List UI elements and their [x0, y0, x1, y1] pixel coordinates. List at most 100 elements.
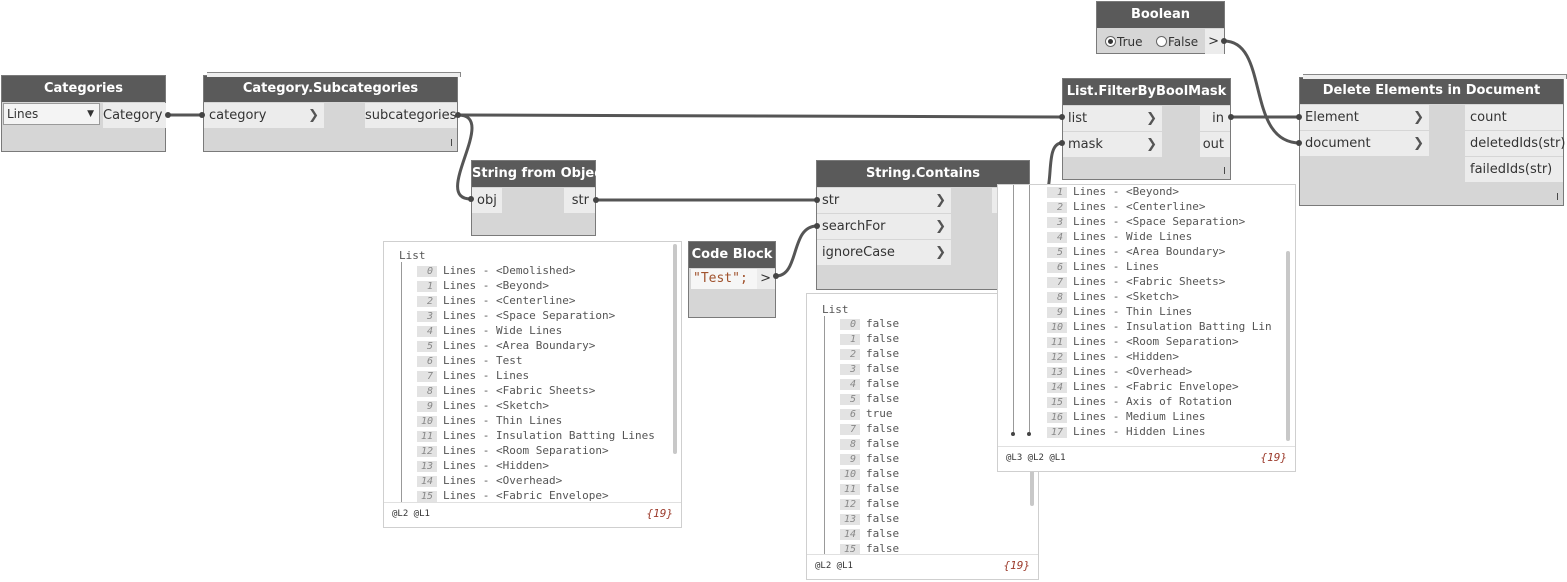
output-port-str[interactable]: str — [564, 188, 595, 213]
radio-selected-icon — [1105, 36, 1116, 47]
input-port-category[interactable]: category ❯ — [204, 103, 324, 128]
list-value: false — [866, 332, 900, 345]
chevron-right-icon: ❯ — [935, 245, 946, 260]
list-item: 15 false — [840, 541, 899, 555]
list-index: 12 — [1047, 352, 1067, 363]
list-value: false — [866, 317, 900, 330]
code-block-node[interactable]: Code Block "Test"; > — [688, 241, 776, 318]
wire-subcategories-to-filter-list — [456, 113, 1064, 119]
category-subcategories-node[interactable]: Category.Subcategories category ❯ subcat… — [203, 72, 461, 152]
preview-filter-by-bool-mask[interactable]: 1 Lines - <Beyond> 2 Lines - <Centerline> 3 L… — [997, 184, 1296, 472]
list-level-line — [1013, 185, 1014, 433]
port-label: list — [1068, 111, 1088, 126]
list-levels: @L2 @L1 — [392, 509, 430, 519]
list-value: Lines - Wide Lines — [443, 324, 563, 337]
list-item: 13 false — [840, 511, 899, 526]
list-index: 2 — [417, 296, 437, 307]
list-value: false — [866, 437, 900, 450]
item-count: {19} — [1260, 451, 1288, 464]
list-index: 10 — [840, 469, 860, 480]
output-port-count[interactable]: count — [1465, 105, 1563, 130]
list-value: Lines - <Space Separation> — [1073, 215, 1246, 228]
boolean-node[interactable]: Boolean True False > — [1096, 1, 1225, 54]
input-port-list[interactable]: list ❯ — [1063, 106, 1162, 131]
list-item: 7 Lines - Lines — [417, 368, 529, 383]
input-port-element[interactable]: Element ❯ — [1300, 105, 1429, 130]
list-index: 14 — [840, 529, 860, 540]
list-level-marker — [1027, 432, 1031, 436]
port-dot — [1228, 114, 1234, 120]
lacing-indicator[interactable]: I — [1556, 192, 1559, 203]
preview-footer: @L2 @L1 {19} — [384, 502, 681, 527]
node-stack-indicator — [207, 72, 461, 77]
output-port-code[interactable]: > — [757, 269, 775, 289]
list-item: 11 Lines - Insulation Batting Lines — [417, 428, 655, 443]
list-index: 11 — [1047, 337, 1067, 348]
list-index: 8 — [417, 386, 437, 397]
list-index: 12 — [840, 499, 860, 510]
input-port-obj[interactable]: obj — [472, 188, 502, 213]
input-port-mask[interactable]: mask ❯ — [1063, 132, 1162, 157]
list-value: Lines - <Space Separation> — [443, 309, 616, 322]
lacing-indicator[interactable]: I — [1223, 166, 1226, 177]
string-from-object-node[interactable]: String from Object obj str — [471, 160, 608, 236]
list-item: 13 Lines - <Hidden> — [417, 458, 549, 473]
list-index: 1 — [840, 334, 860, 345]
list-value: false — [866, 377, 900, 390]
scrollbar[interactable] — [1286, 251, 1290, 441]
output-port-failed-ids[interactable]: failedIds(str) — [1465, 157, 1563, 182]
list-header: List — [399, 249, 426, 262]
list-value: Lines - Test — [443, 354, 523, 367]
list-item: 1 Lines - <Beyond> — [417, 278, 549, 293]
chevron-right-icon: ❯ — [1413, 110, 1424, 125]
chevron-right-icon: ❯ — [935, 219, 946, 234]
list-value: Lines - Thin Lines — [443, 414, 563, 427]
list-index: 7 — [417, 371, 437, 382]
item-count: {19} — [646, 507, 674, 520]
list-value: Lines - <Overhead> — [443, 474, 563, 487]
radio-label: False — [1168, 35, 1199, 49]
preview-string-from-object[interactable]: List 0 Lines - <Demolished> 1 Lines - <Beyo… — [383, 241, 682, 528]
category-dropdown[interactable]: Lines ▼ — [3, 103, 100, 125]
code-editor[interactable]: "Test"; — [691, 269, 757, 289]
port-dot — [593, 197, 599, 203]
list-index: 16 — [1047, 412, 1067, 423]
list-item: 14 Lines - <Fabric Envelope> — [1047, 379, 1239, 394]
output-port-subcategories[interactable]: subcategories — [365, 103, 457, 128]
filter-by-bool-mask-node[interactable]: List.FilterByBoolMask list ❯ mask ❯ in o… — [1062, 78, 1231, 180]
radio-false[interactable]: False — [1156, 35, 1198, 49]
lacing-indicator[interactable]: I — [450, 138, 453, 149]
output-port-category[interactable]: Category — [103, 103, 166, 128]
port-label: document — [1305, 136, 1371, 151]
input-port-str[interactable]: str ❯ — [817, 188, 951, 213]
list-value: Lines - <Centerline> — [1073, 200, 1206, 213]
port-dot — [814, 197, 820, 203]
radio-true[interactable]: True — [1105, 35, 1143, 49]
delete-elements-node[interactable]: Delete Elements in Document Element ❯ do… — [1299, 74, 1567, 206]
node-title: String from Object — [472, 161, 608, 187]
list-value: Lines - <Overhead> — [1073, 365, 1193, 378]
list-item: 5 Lines - <Area Boundary> — [1047, 244, 1225, 259]
output-port-out[interactable]: out — [1200, 132, 1230, 157]
list-item: 8 Lines - <Fabric Sheets> — [417, 383, 595, 398]
input-port-searchfor[interactable]: searchFor ❯ — [817, 214, 951, 239]
list-item: 9 false — [840, 451, 899, 466]
list-index: 13 — [840, 514, 860, 525]
port-label: count — [1470, 110, 1507, 125]
list-value: Lines - <Sketch> — [443, 399, 549, 412]
output-port-in[interactable]: in — [1200, 106, 1230, 131]
port-dot — [1296, 140, 1302, 146]
scrollbar[interactable] — [673, 244, 677, 454]
port-dot — [165, 112, 171, 118]
list-index: 1 — [417, 281, 437, 292]
input-port-document[interactable]: document ❯ — [1300, 131, 1429, 156]
port-dot — [1059, 140, 1065, 146]
list-value: Lines - Lines — [443, 369, 530, 382]
list-item: 10 Lines - Thin Lines — [417, 413, 562, 428]
input-port-ignorecase[interactable]: ignoreCase ❯ — [817, 240, 951, 265]
list-index: 15 — [417, 491, 437, 502]
categories-node[interactable]: Categories Lines ▼ Category — [1, 75, 166, 152]
chevron-right-icon: ❯ — [1146, 137, 1157, 152]
output-port-deleted-ids[interactable]: deletedIds(str) — [1465, 131, 1565, 156]
list-item: 15 Lines - Axis of Rotation — [1047, 394, 1232, 409]
